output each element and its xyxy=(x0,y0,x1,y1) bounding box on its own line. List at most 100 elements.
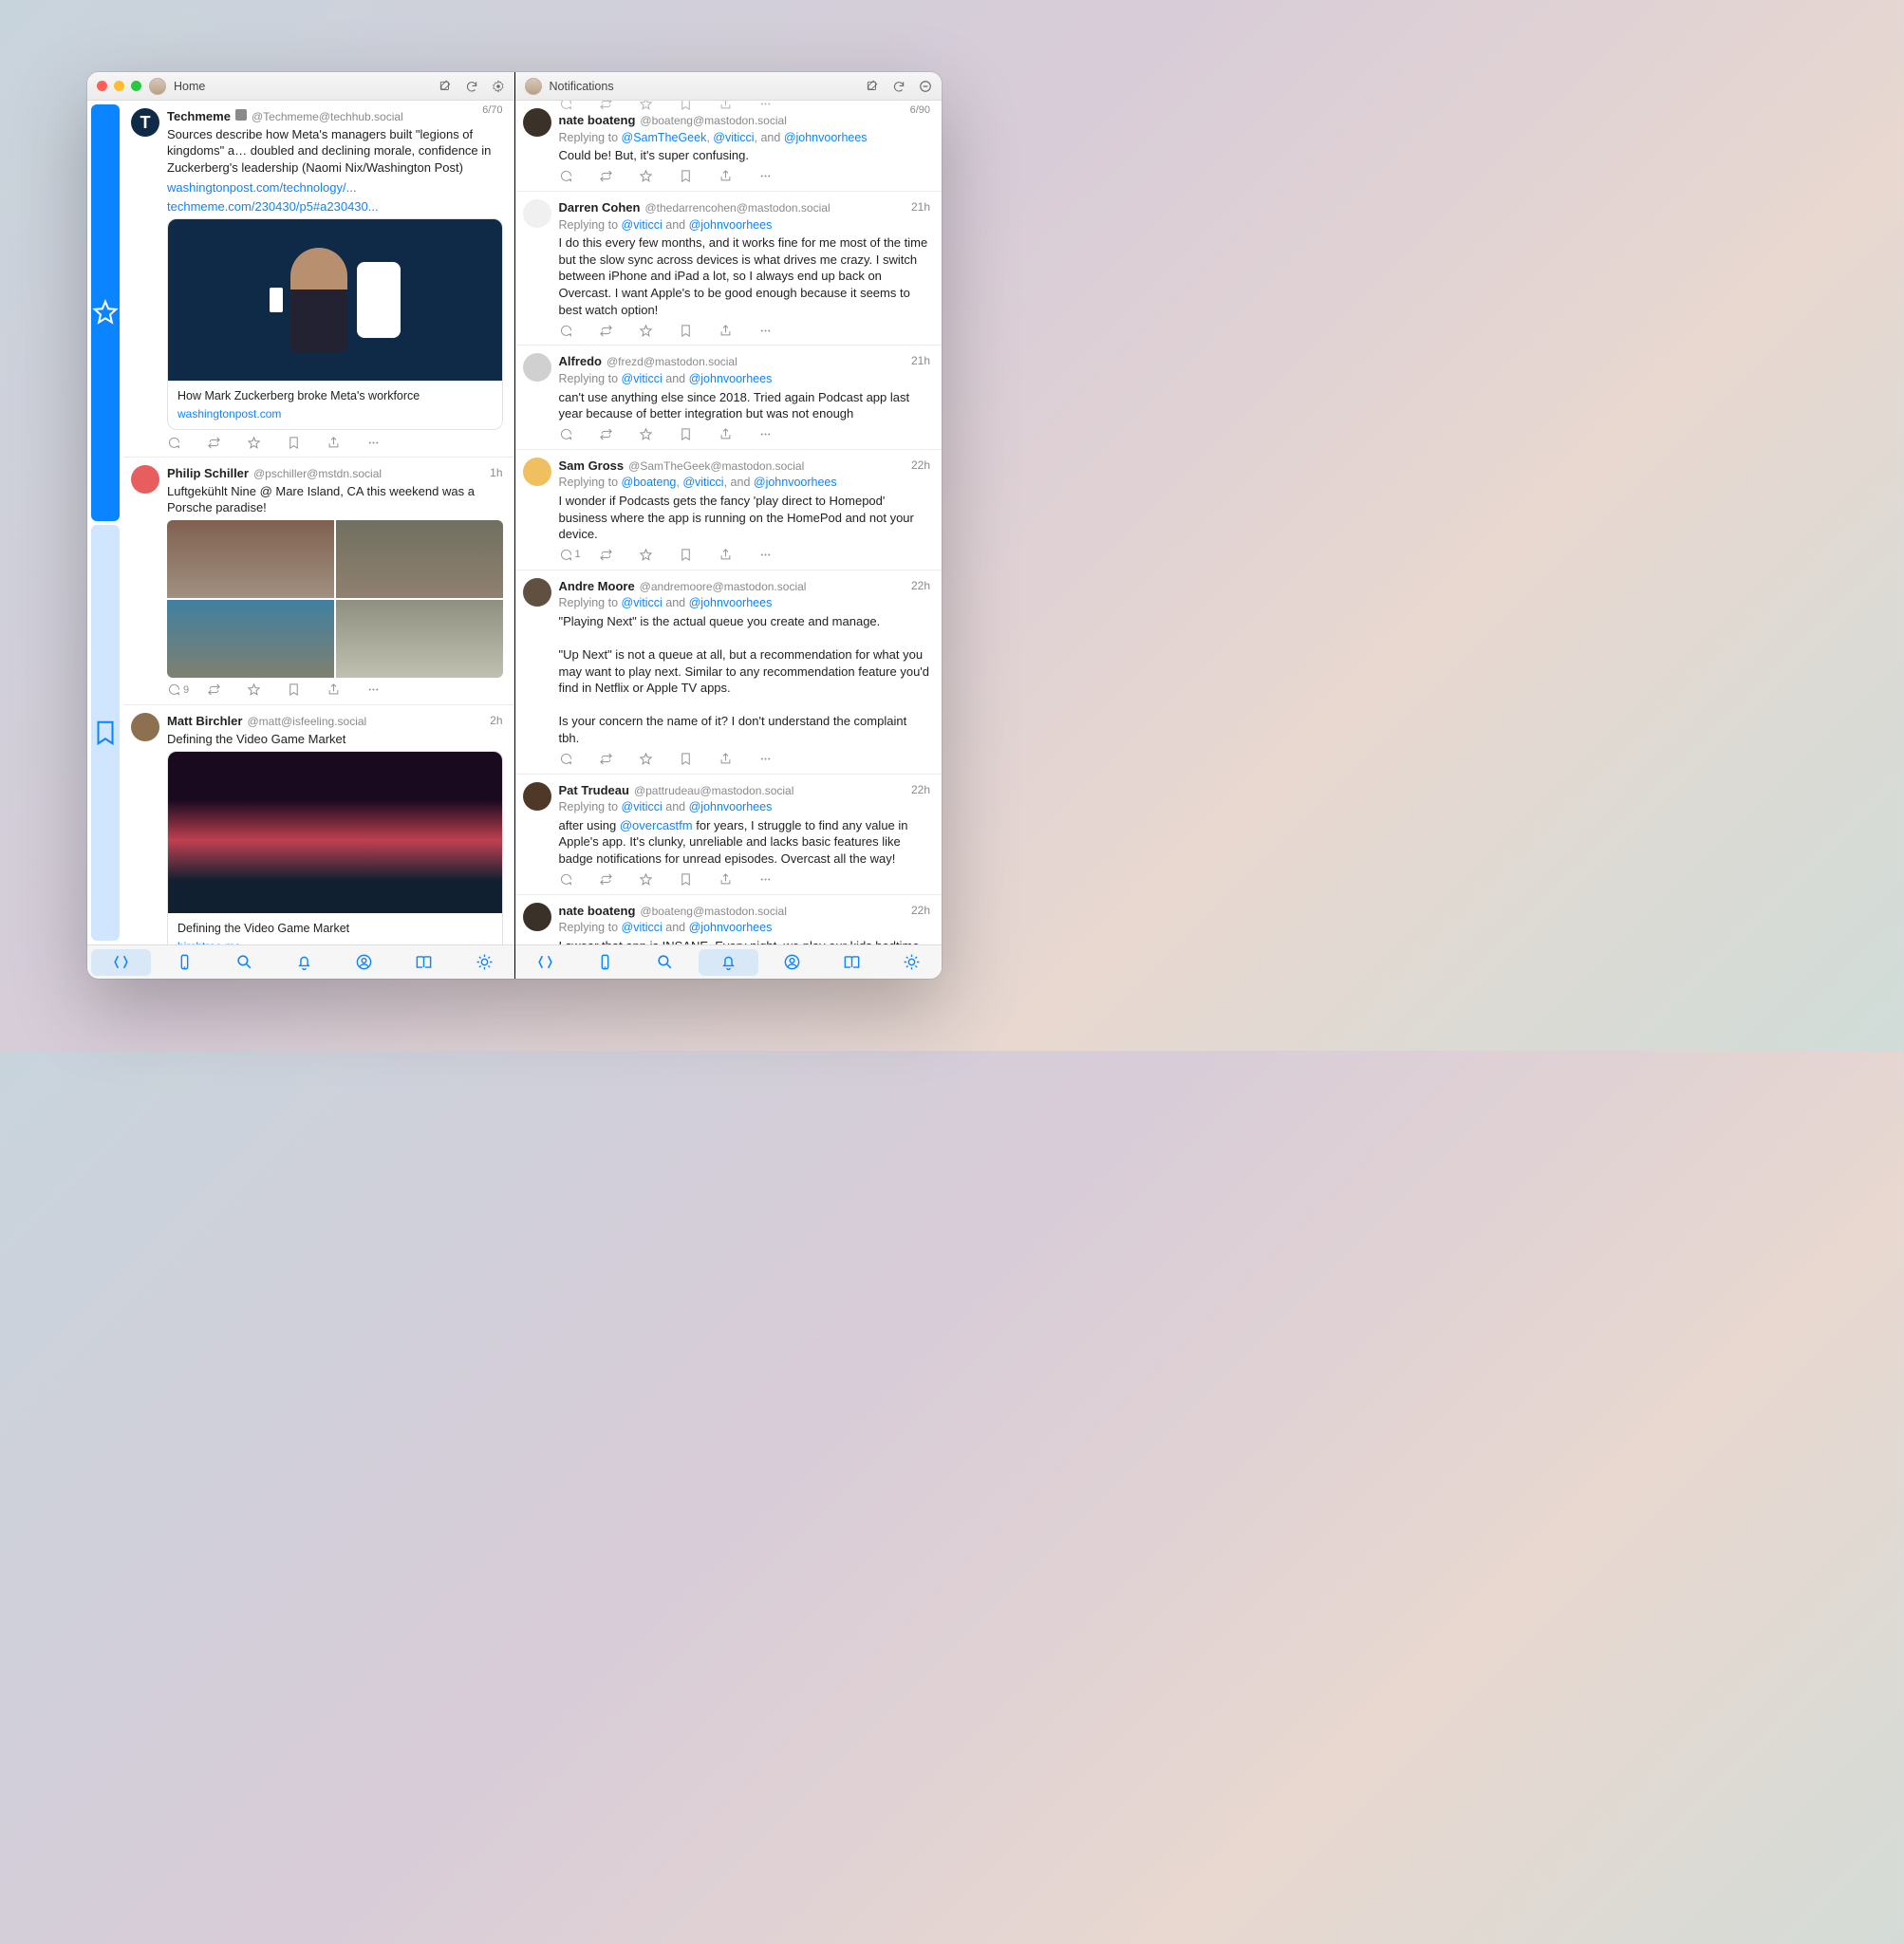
image-grid[interactable] xyxy=(167,520,503,678)
post[interactable]: nate boateng@boateng@mastodon.social Rep… xyxy=(515,101,943,192)
close-dot[interactable] xyxy=(97,81,107,91)
avatar[interactable] xyxy=(523,458,551,486)
share-action[interactable] xyxy=(719,322,758,339)
reply-action[interactable] xyxy=(559,322,599,339)
reply-action[interactable] xyxy=(559,426,599,443)
avatar[interactable] xyxy=(523,108,551,137)
boost-action[interactable] xyxy=(599,751,639,768)
mention[interactable]: @johnvoorhees xyxy=(689,800,773,813)
author-handle[interactable]: @boateng@mastodon.social xyxy=(640,904,786,919)
share-action[interactable] xyxy=(719,871,758,888)
share-action[interactable] xyxy=(719,751,758,768)
more-action[interactable] xyxy=(758,871,798,888)
card-image[interactable] xyxy=(168,752,502,913)
card-image[interactable] xyxy=(168,219,502,381)
bookmark-action[interactable] xyxy=(679,751,719,768)
mention[interactable]: @viticci xyxy=(713,131,754,144)
bookmark-action[interactable] xyxy=(679,426,719,443)
feed[interactable]: 6/70 T Techmeme@Techmeme@techhub.social … xyxy=(123,101,514,944)
star-action[interactable] xyxy=(639,322,679,339)
author-name[interactable]: Alfredo xyxy=(559,353,603,370)
mention[interactable]: @viticci xyxy=(682,476,723,489)
more-action[interactable] xyxy=(758,426,798,443)
tab-search[interactable] xyxy=(215,945,274,979)
account-avatar[interactable] xyxy=(525,78,542,95)
author-handle[interactable]: @Techmeme@techhub.social xyxy=(252,109,403,124)
author-handle[interactable]: @thedarrencohen@mastodon.social xyxy=(644,200,830,215)
author-handle[interactable]: @SamTheGeek@mastodon.social xyxy=(628,458,804,474)
mention[interactable]: @viticci xyxy=(622,372,663,385)
boost-action[interactable] xyxy=(599,168,639,185)
settings-button[interactable] xyxy=(492,80,505,93)
boost-action[interactable] xyxy=(599,547,639,564)
bookmark-action[interactable] xyxy=(287,434,327,451)
author-name[interactable]: Andre Moore xyxy=(559,578,635,595)
avatar[interactable] xyxy=(523,578,551,607)
reply-action[interactable]: 9 xyxy=(167,682,207,699)
remove-button[interactable] xyxy=(919,80,932,93)
avatar[interactable] xyxy=(523,903,551,931)
mention[interactable]: @johnvoorhees xyxy=(754,476,837,489)
post[interactable]: Alfredo@frezd@mastodon.social 21h Replyi… xyxy=(515,346,943,450)
reply-action[interactable]: 1 xyxy=(559,547,599,564)
reply-action[interactable] xyxy=(559,871,599,888)
mention[interactable]: @johnvoorhees xyxy=(784,131,868,144)
more-action[interactable] xyxy=(366,434,406,451)
compose-button[interactable] xyxy=(866,80,879,93)
author-handle[interactable]: @andremoore@mastodon.social xyxy=(640,579,807,594)
post[interactable]: Sam Gross@SamTheGeek@mastodon.social 22h… xyxy=(515,450,943,570)
compose-button[interactable] xyxy=(439,80,452,93)
author-name[interactable]: Pat Trudeau xyxy=(559,782,629,799)
boost-action[interactable] xyxy=(599,871,639,888)
author-name[interactable]: Matt Birchler xyxy=(167,713,242,730)
author-handle[interactable]: @pschiller@mstdn.social xyxy=(253,466,382,481)
reply-action[interactable] xyxy=(167,434,207,451)
bookmark-action[interactable] xyxy=(679,168,719,185)
author-handle[interactable]: @frezd@mastodon.social xyxy=(607,354,737,369)
mention[interactable]: @SamTheGeek xyxy=(622,131,707,144)
tab-search[interactable] xyxy=(635,945,695,979)
star-action[interactable] xyxy=(247,682,287,699)
mention[interactable]: @viticci xyxy=(622,218,663,232)
tab-book[interactable] xyxy=(822,945,882,979)
tab-home[interactable] xyxy=(515,945,575,979)
tab-profile[interactable] xyxy=(334,945,394,979)
boost-action[interactable] xyxy=(207,682,247,699)
bookmark-action[interactable] xyxy=(679,871,719,888)
link-card[interactable]: How Mark Zuckerberg broke Meta's workfor… xyxy=(167,218,503,430)
filter-star[interactable] xyxy=(91,104,120,521)
post[interactable]: T Techmeme@Techmeme@techhub.social Sourc… xyxy=(123,101,514,458)
star-action[interactable] xyxy=(639,871,679,888)
share-action[interactable] xyxy=(719,547,758,564)
mention[interactable]: @johnvoorhees xyxy=(689,921,773,934)
tab-profile[interactable] xyxy=(762,945,822,979)
mention[interactable]: @johnvoorhees xyxy=(689,596,773,609)
refresh-button[interactable] xyxy=(465,80,478,93)
post[interactable]: Philip Schiller@pschiller@mstdn.social 1… xyxy=(123,458,514,705)
mention[interactable]: @viticci xyxy=(622,800,663,813)
tab-phone[interactable] xyxy=(575,945,635,979)
reply-action[interactable] xyxy=(559,751,599,768)
more-action[interactable] xyxy=(758,322,798,339)
post[interactable]: Matt Birchler@matt@isfeeling.social 2h D… xyxy=(123,705,514,944)
tab-book[interactable] xyxy=(394,945,454,979)
mention[interactable]: @boateng xyxy=(622,476,677,489)
post[interactable]: Darren Cohen@thedarrencohen@mastodon.soc… xyxy=(515,192,943,346)
star-action[interactable] xyxy=(639,168,679,185)
share-action[interactable] xyxy=(719,426,758,443)
author-handle[interactable]: @matt@isfeeling.social xyxy=(247,714,366,729)
tab-bell[interactable] xyxy=(699,949,758,976)
mention[interactable]: @viticci xyxy=(622,921,663,934)
share-action[interactable] xyxy=(327,682,366,699)
star-action[interactable] xyxy=(639,547,679,564)
author-name[interactable]: Sam Gross xyxy=(559,458,625,475)
share-action[interactable] xyxy=(719,168,758,185)
inline-mention[interactable]: @overcastfm xyxy=(620,818,693,832)
share-action[interactable] xyxy=(327,434,366,451)
star-action[interactable] xyxy=(247,434,287,451)
boost-action[interactable] xyxy=(599,322,639,339)
reply-action[interactable] xyxy=(559,168,599,185)
mention[interactable]: @johnvoorhees xyxy=(689,218,773,232)
post[interactable]: Pat Trudeau@pattrudeau@mastodon.social 2… xyxy=(515,775,943,895)
author-name[interactable]: nate boateng xyxy=(559,903,636,920)
